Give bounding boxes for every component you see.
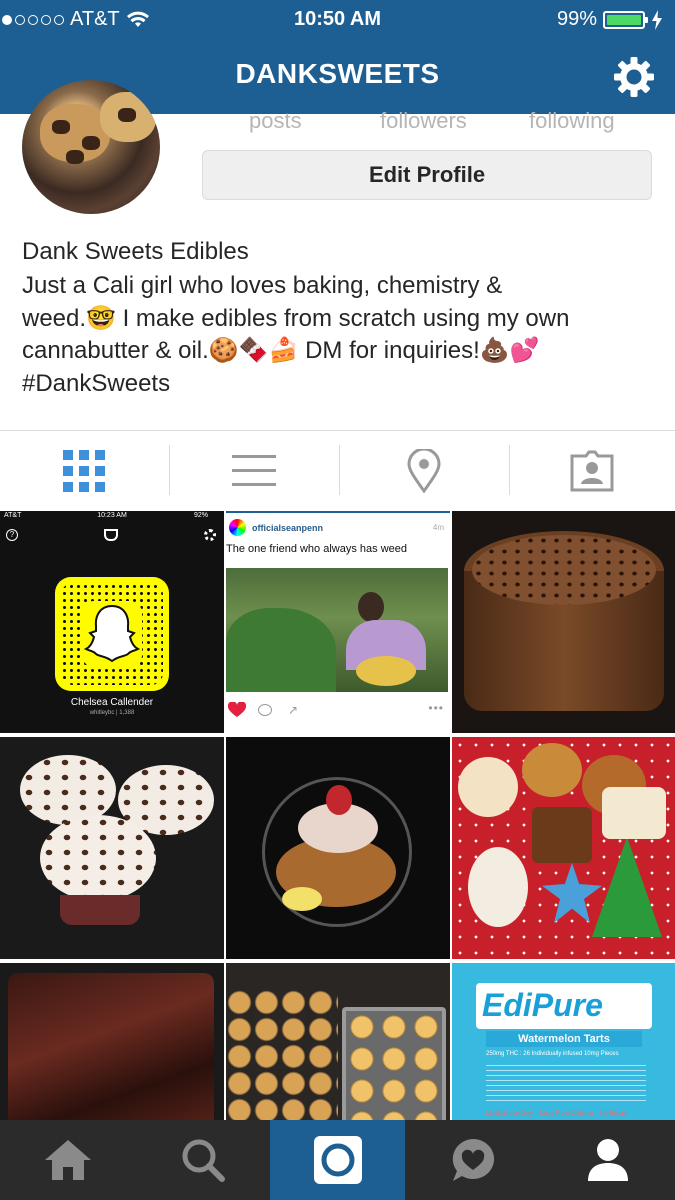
- search-icon: [182, 1139, 225, 1182]
- status-bar: AT&T 10:50 AM 99%: [0, 0, 675, 40]
- repost-photo: [226, 568, 448, 692]
- tab-tagged[interactable]: [508, 431, 675, 511]
- settings-gear-icon[interactable]: [613, 56, 655, 98]
- post-thumbnail[interactable]: AT&T 10:23 AM 92% ? Chelsea Callender wh…: [0, 511, 224, 733]
- posts-grid: AT&T 10:23 AM 92% ? Chelsea Callender wh…: [0, 511, 675, 1120]
- share-icon: ↗: [288, 703, 299, 717]
- profile-avatar[interactable]: [22, 80, 160, 214]
- tab-search[interactable]: [135, 1120, 270, 1200]
- profile-person-icon: [587, 1139, 628, 1181]
- snapchat-ghost-icon: [84, 604, 140, 663]
- edipure-product: Watermelon Tarts: [486, 1031, 642, 1047]
- tab-location[interactable]: [340, 431, 508, 511]
- profile-view-tabs: [0, 430, 675, 510]
- bio-line: cannabutter & oil.🍪🍫🍰 DM for inquiries!💩…: [22, 337, 540, 364]
- following-stat-label[interactable]: following: [529, 108, 615, 134]
- bio-line: Just a Cali girl who loves baking, chemi…: [22, 272, 503, 299]
- profile-bio: Dank Sweets Edibles Just a Cali girl who…: [22, 238, 652, 400]
- post-thumbnail[interactable]: [452, 737, 675, 959]
- tagged-person-icon: [570, 450, 614, 492]
- snapchat-name: Chelsea Callender: [70, 697, 154, 708]
- post-status-time: 10:23 AM: [97, 512, 127, 519]
- settings-gear-icon: [204, 529, 216, 541]
- battery-percent: 99%: [556, 8, 597, 30]
- bottom-tab-bar: [0, 1120, 675, 1200]
- profile-name: Dank Sweets Edibles: [22, 238, 249, 265]
- edipure-brand: EdiPure: [482, 987, 603, 1023]
- edit-profile-button[interactable]: Edit Profile: [202, 150, 652, 200]
- repost-age: 4m: [432, 523, 444, 532]
- post-thumbnail[interactable]: [226, 737, 450, 959]
- repost-username: officialseanpenn: [252, 523, 324, 533]
- post-thumbnail[interactable]: [0, 737, 224, 959]
- camera-icon: [313, 1136, 362, 1184]
- tab-home[interactable]: [0, 1120, 135, 1200]
- tab-activity[interactable]: [405, 1120, 540, 1200]
- post-thumbnail[interactable]: officialseanpenn 4m The one friend who a…: [226, 511, 450, 733]
- posts-stat-label[interactable]: posts: [249, 108, 302, 134]
- followers-stat-label[interactable]: followers: [380, 108, 467, 134]
- bio-hashtag-link[interactable]: #DankSweets: [22, 368, 652, 401]
- post-thumbnail[interactable]: [0, 963, 224, 1120]
- home-icon: [44, 1140, 91, 1180]
- battery-info: 99%: [557, 8, 663, 31]
- tab-list[interactable]: [170, 431, 338, 511]
- list-icon: [232, 455, 276, 486]
- post-thumbnail[interactable]: [226, 963, 450, 1120]
- comment-icon: [258, 704, 272, 716]
- tab-profile[interactable]: [540, 1120, 675, 1200]
- tab-camera[interactable]: [270, 1120, 405, 1200]
- heart-icon: [228, 702, 246, 717]
- repost-caption: The one friend who always has weed: [226, 543, 407, 555]
- more-icon: •••: [428, 701, 444, 715]
- edipure-warning: Medical Use Only – Keep From Children – …: [486, 1111, 629, 1117]
- trophy-icon: [104, 529, 118, 541]
- location-pin-icon: [407, 449, 441, 493]
- snapcode: [55, 577, 169, 691]
- snapchat-sub: whitleybc | 1,388: [89, 710, 135, 716]
- charging-bolt-icon: [652, 9, 662, 30]
- post-thumbnail[interactable]: EdiPure Watermelon Tarts 250mg THC : 26 …: [452, 963, 675, 1120]
- activity-bubble-icon: [452, 1138, 494, 1181]
- profile-stats: posts followers following: [202, 108, 652, 134]
- post-status-battery: 92%: [193, 512, 208, 519]
- post-thumbnail[interactable]: [452, 511, 675, 733]
- grid-icon: [63, 450, 105, 492]
- avatar: [229, 519, 246, 536]
- tab-grid[interactable]: [0, 431, 168, 511]
- bio-line: weed.🤓 I make edibles from scratch using…: [22, 304, 570, 332]
- help-icon: ?: [6, 529, 18, 541]
- battery-icon: [603, 10, 648, 29]
- edipure-dose: 250mg THC : 26 Individually infused 10mg…: [486, 1051, 619, 1057]
